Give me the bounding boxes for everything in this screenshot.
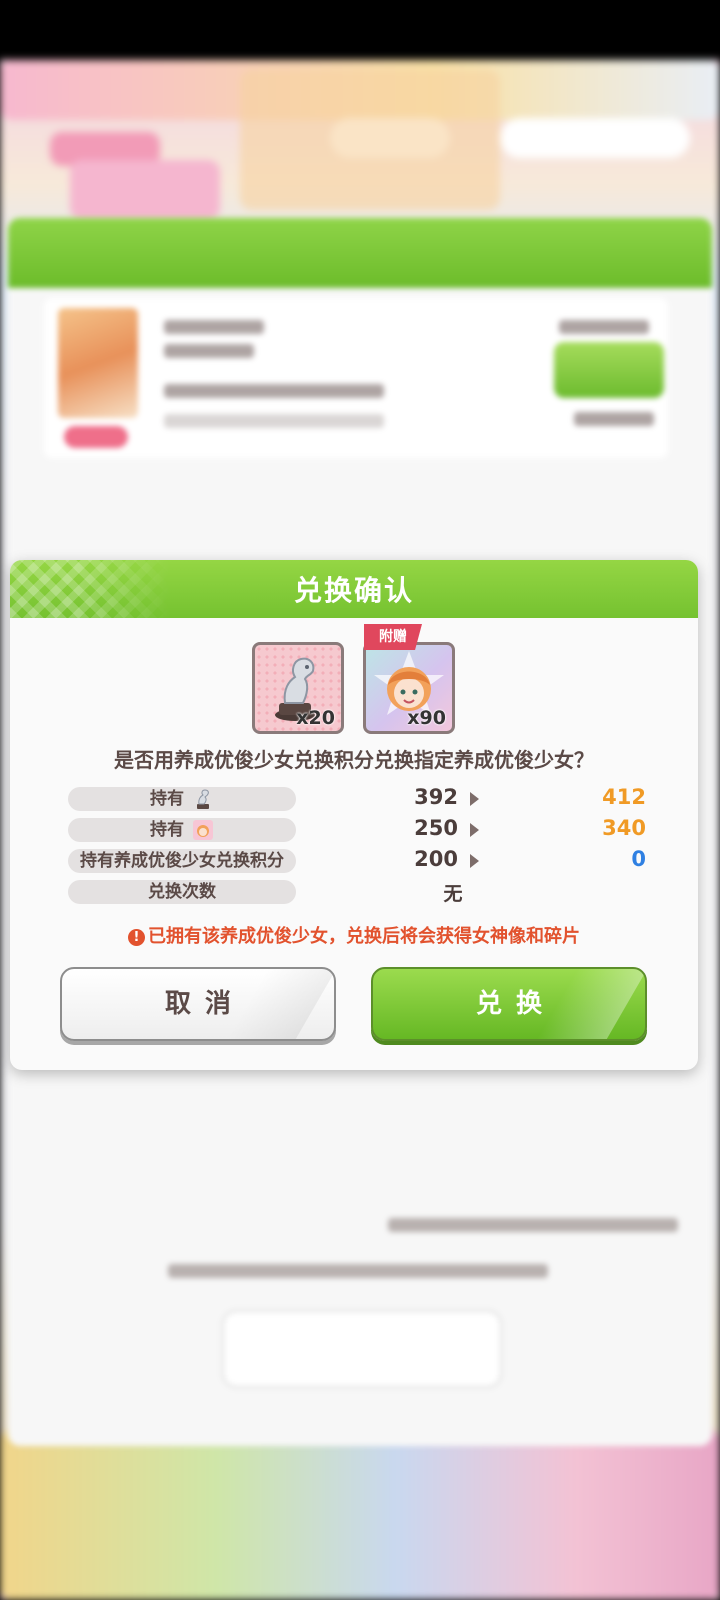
exchange-count-row: 兑换次数 无 (68, 880, 688, 905)
exchange-question: 是否用养成优俊少女兑换积分兑换指定养成优俊少女？ (114, 748, 594, 772)
current-value: 250 (414, 816, 458, 840)
arrow-right-icon (470, 854, 479, 868)
background-character-card (44, 298, 668, 458)
background-portrait (58, 308, 138, 418)
background-close-button (222, 1310, 502, 1388)
status-bar (0, 0, 720, 60)
dialog-header: 兑换确认 (10, 560, 698, 618)
background-text (168, 1264, 548, 1278)
background-text (574, 412, 654, 426)
background-text (164, 414, 384, 428)
background-tag (64, 426, 128, 448)
dialog-title: 兑换确认 (293, 574, 414, 607)
owned-pieces-row: 持有 250 340 (68, 816, 688, 842)
row-label: 持有 (68, 787, 296, 811)
exchange-button[interactable]: 兑换 (371, 967, 647, 1041)
warning-text: 已拥有该养成优俊少女，兑换后将会获得女神像和碎片 (148, 926, 580, 947)
exchange-count-value: 无 (443, 883, 463, 905)
result-value: 412 (602, 785, 646, 809)
cancel-label: 取消 (164, 989, 245, 1019)
background-text (388, 1218, 678, 1232)
background-text (164, 384, 384, 398)
background-green-button (554, 342, 664, 398)
exchange-confirm-dialog: 兑换确认 x20 附赠 x90 是否用养成优俊少女兑换积分兑换指定养成优俊少女？… (10, 560, 698, 1070)
row-label-text: 持有 (150, 820, 184, 840)
cancel-button[interactable]: 取消 (60, 967, 336, 1041)
owned-trophy-row: 持有 392 412 (68, 785, 688, 811)
owned-warning: ! 已拥有该养成优俊少女，兑换后将会获得女神像和碎片 (10, 922, 698, 948)
current-value: 200 (414, 847, 458, 871)
gift-tag: 附赠 (364, 624, 422, 650)
row-label: 持有养成优俊少女兑换积分 (68, 849, 296, 873)
item-count: x90 (407, 707, 446, 729)
row-label: 兑换次数 (68, 880, 296, 904)
result-value: 0 (631, 847, 646, 871)
trophy-item[interactable]: x20 (252, 642, 344, 734)
exchange-label: 兑换 (475, 989, 556, 1019)
row-label: 持有 (68, 818, 296, 842)
item-count: x20 (296, 707, 335, 729)
background-text (164, 344, 254, 358)
row-label-text: 持有 (150, 789, 184, 809)
warning-icon: ! (128, 929, 145, 946)
background-text (164, 320, 264, 334)
character-portrait-icon (193, 820, 213, 840)
trophy-statue-icon (197, 789, 209, 809)
background-text (559, 320, 649, 334)
owned-points-row: 持有养成优俊少女兑换积分 200 0 (68, 847, 688, 873)
result-value: 340 (602, 816, 646, 840)
current-value: 392 (414, 785, 458, 809)
arrow-right-icon (470, 823, 479, 837)
character-piece-item[interactable]: x90 (363, 642, 455, 734)
background-panel-header (8, 218, 712, 288)
arrow-right-icon (470, 792, 479, 806)
